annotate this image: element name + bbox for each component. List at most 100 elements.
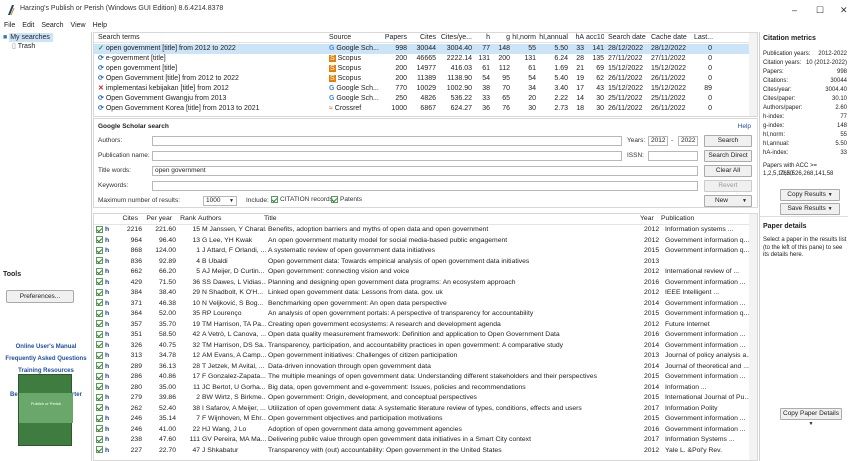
result-row[interactable]: h 371 46.38 10 N Veljković, S Bog... Benchmar… [94,299,757,310]
clear-all-button[interactable]: Clear All [704,165,752,177]
result-cell-py: 34.78 [158,352,176,359]
results-col-header[interactable]: Year [640,214,658,225]
search-cell-g: 65 [502,95,510,102]
tree-item-my-searches[interactable]: ■ My searches [3,33,53,42]
result-row[interactable]: h 262 52.40 38 I Safarov, A Meijer, ... Utili… [94,404,757,415]
result-row[interactable]: h 351 58.50 42 A Vetrò, L Canova, ... Open da… [94,330,757,341]
help-link[interactable]: Help [738,123,751,130]
result-cell-authors: TM Harrison, DS Sa... [202,341,266,349]
publication-name-field[interactable] [152,151,622,161]
result-cell-year: 2015 [644,415,660,422]
result-row[interactable]: h 868 124.00 1 J Attard, F Orlandi, ... A sys… [94,246,757,257]
search-row[interactable]: ⟳ e-government [title] S Scopus 200 46665 22… [94,54,757,64]
search-col-header[interactable]: hA [570,33,584,43]
search-col-header[interactable]: acc10 [586,33,604,43]
result-row[interactable]: h 238 47.60 111 GV Pereira, MA Ma... Deliveri… [94,435,757,446]
search-row[interactable]: ✕ implementasi kebijakan [title] from 20… [94,84,757,94]
result-row[interactable]: h 246 35.14 7 F Wijnhoven, M Ehr... Open gove… [94,414,757,425]
title-words-field[interactable]: open government [152,166,698,176]
save-results-button[interactable]: Save Results ▼ [780,203,840,215]
result-row[interactable]: h 313 34.78 12 AM Evans, A Camp... Open gover… [94,351,757,362]
metric-label: Papers: [763,69,784,75]
copy-results-button[interactable]: Copy Results ▼ [780,189,840,201]
issn-field[interactable] [648,151,698,161]
tree-item-trash[interactable]: ▯ Trash [3,42,53,51]
maximize-button[interactable]: ☐ [816,6,824,15]
authors-field[interactable] [152,136,622,146]
html-type-icon: h [105,383,110,391]
menu-edit[interactable]: Edit [22,20,34,32]
citation-records-checkbox[interactable]: CITATION records [271,196,333,203]
year-from-field[interactable]: 2012 [648,136,668,146]
results-col-header[interactable]: Title [264,214,636,225]
result-row[interactable]: h 227 22.70 47 J Shkabatur Transparency with … [94,446,757,457]
result-row[interactable]: h 662 66.20 5 AJ Meijer, D Curtin... Open gov… [94,267,757,278]
link-faq[interactable]: Frequently Asked Questions [0,355,92,363]
result-row[interactable]: h 280 35.00 11 JC Bertot, U Gorha... Big data… [94,383,757,394]
search-col-header[interactable]: Cites/ye... [438,33,472,43]
menu-help[interactable]: Help [93,20,107,32]
minimize-button[interactable]: – [792,6,797,15]
search-button[interactable]: Search [704,135,752,147]
results-col-header[interactable]: Per year [140,214,172,225]
menu-search[interactable]: Search [41,20,63,32]
search-row[interactable]: ✓ open government [title] from 2012 to 2… [94,44,757,54]
search-term-cell: ⟳ Open Government [title] from 2012 to 2… [98,74,324,84]
results-col-header[interactable]: Rank [174,214,196,225]
menu-file[interactable]: File [4,20,15,32]
preferences-button[interactable]: Preferences... [6,290,74,303]
book-cover-image[interactable]: Publish or Perish [18,374,73,446]
search-col-header[interactable]: hI,annual [538,33,568,43]
search-table-scrollbar[interactable] [749,33,757,116]
search-col-header[interactable]: Search terms [98,33,324,43]
results-col-header[interactable]: Authors [198,214,262,225]
result-row[interactable]: h 246 41.00 22 HJ Wang, J Lo Adoption of open… [94,425,757,436]
patents-checkbox[interactable]: Patents [331,196,362,203]
search-col-header[interactable]: Papers [379,33,407,43]
max-results-select[interactable]: 1000 ▼ [203,196,237,206]
results-col-header[interactable]: Publication [661,214,749,225]
link-users-manual[interactable]: Online User's Manual [0,343,92,351]
result-row[interactable]: h 326 40.75 32 TM Harrison, DS Sa... Transpar… [94,341,757,352]
search-col-header[interactable]: g [492,33,510,43]
search-col-header[interactable]: hI,norm [512,33,536,43]
metric-row: g-index: 148 [763,122,847,130]
search-row[interactable]: ⟳ Open Government Gwangju from 2013 G Goo… [94,94,757,104]
result-row[interactable]: h 2216 221.60 15 M Janssen, Y Charal... Benef… [94,225,757,236]
result-cell-pub: Information Polity [665,404,718,412]
results-col-header[interactable]: Cites [108,214,139,225]
search-col-header[interactable]: h [474,33,490,43]
result-row[interactable]: h 289 36.13 28 T Jetzek, M Avital, ... Data-d… [94,362,757,373]
search-col-header[interactable]: Cites [408,33,436,43]
result-row[interactable]: h 279 39.86 2 BW Wirtz, S Birkme... Open gove… [94,393,757,404]
result-cell-year: 2015 [644,310,660,317]
search-row[interactable]: ⟳ open government [title] S Scopus 200 1497… [94,64,757,74]
result-row[interactable]: h 836 92.89 4 B Ubaldi Open government data: … [94,257,757,268]
close-button[interactable]: ✕ [840,6,848,15]
search-row[interactable]: ⟳ Open Government Korea [title] from 201… [94,104,757,114]
copy-paper-details-button[interactable]: Copy Paper Details ▼ [780,408,842,427]
search-term-cell: ⟳ Open Government Korea [title] from 201… [98,104,324,114]
search-col-header[interactable]: Search date [608,33,648,43]
year-to-field[interactable]: 2022 [678,136,698,146]
search-direct-button[interactable]: Search Direct [704,150,752,162]
html-type-icon: h [105,436,110,443]
result-row[interactable]: h 964 96.40 13 G Lee, YH Kwak An open governm… [94,236,757,247]
keywords-field[interactable] [152,181,698,191]
search-cell-acc10: 62 [596,75,604,82]
search-cell-papers: 200 [395,65,407,72]
tools-header: Tools [3,271,22,278]
search-col-header[interactable]: Cache date [651,33,691,43]
result-row[interactable]: h 429 71.50 36 SS Dawes, L Vidias... Planning… [94,278,757,289]
result-row[interactable]: h 286 40.86 17 F Gonzalez-Zapata... The multi… [94,372,757,383]
new-button[interactable]: New ▼ [704,195,752,207]
revert-button[interactable]: Revert [704,180,752,192]
search-cell-cpy: 1138.90 [447,75,472,82]
result-row[interactable]: h 364 52.00 35 RP Lourenço An analysis of ope… [94,309,757,320]
search-col-header[interactable]: Last... [694,33,716,43]
result-row[interactable]: h 357 35.70 19 TM Harrison, TA Pa... Creating… [94,320,757,331]
menu-view[interactable]: View [71,20,86,32]
results-scrollbar[interactable] [749,214,757,460]
search-row[interactable]: ⟳ Open Government [title] from 2012 to 2… [94,74,757,84]
result-row[interactable]: h 384 38.40 29 N Shadbolt, K O'H... Linked op… [94,288,757,299]
